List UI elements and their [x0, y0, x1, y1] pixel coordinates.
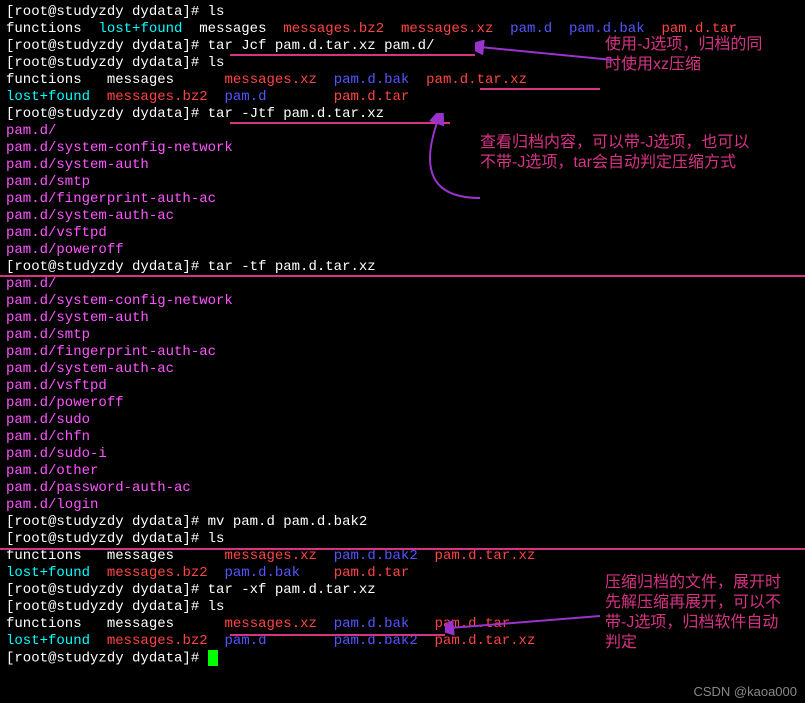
underline-3 [230, 122, 450, 124]
underline-1 [230, 54, 475, 56]
underline-6 [0, 548, 805, 550]
underline-7 [230, 634, 445, 636]
underline-5 [256, 275, 411, 277]
annotation-3: 压缩归档的文件，展开时先解压缩再展开，可以不带-J选项，归档软件自动判定 [605, 573, 790, 653]
annotation-1: 使用-J选项，归档的同时使用xz压缩 [605, 35, 775, 75]
terminal-output[interactable]: [root@studyzdy dydata]# ls functions los… [0, 0, 805, 672]
annotation-2: 查看归档内容，可以带-J选项，也可以不带-J选项，tar会自动判定压缩方式 [480, 133, 760, 173]
underline-2 [480, 88, 600, 90]
terminal-cursor [208, 650, 218, 666]
watermark: CSDN @kaoa000 [693, 684, 797, 699]
